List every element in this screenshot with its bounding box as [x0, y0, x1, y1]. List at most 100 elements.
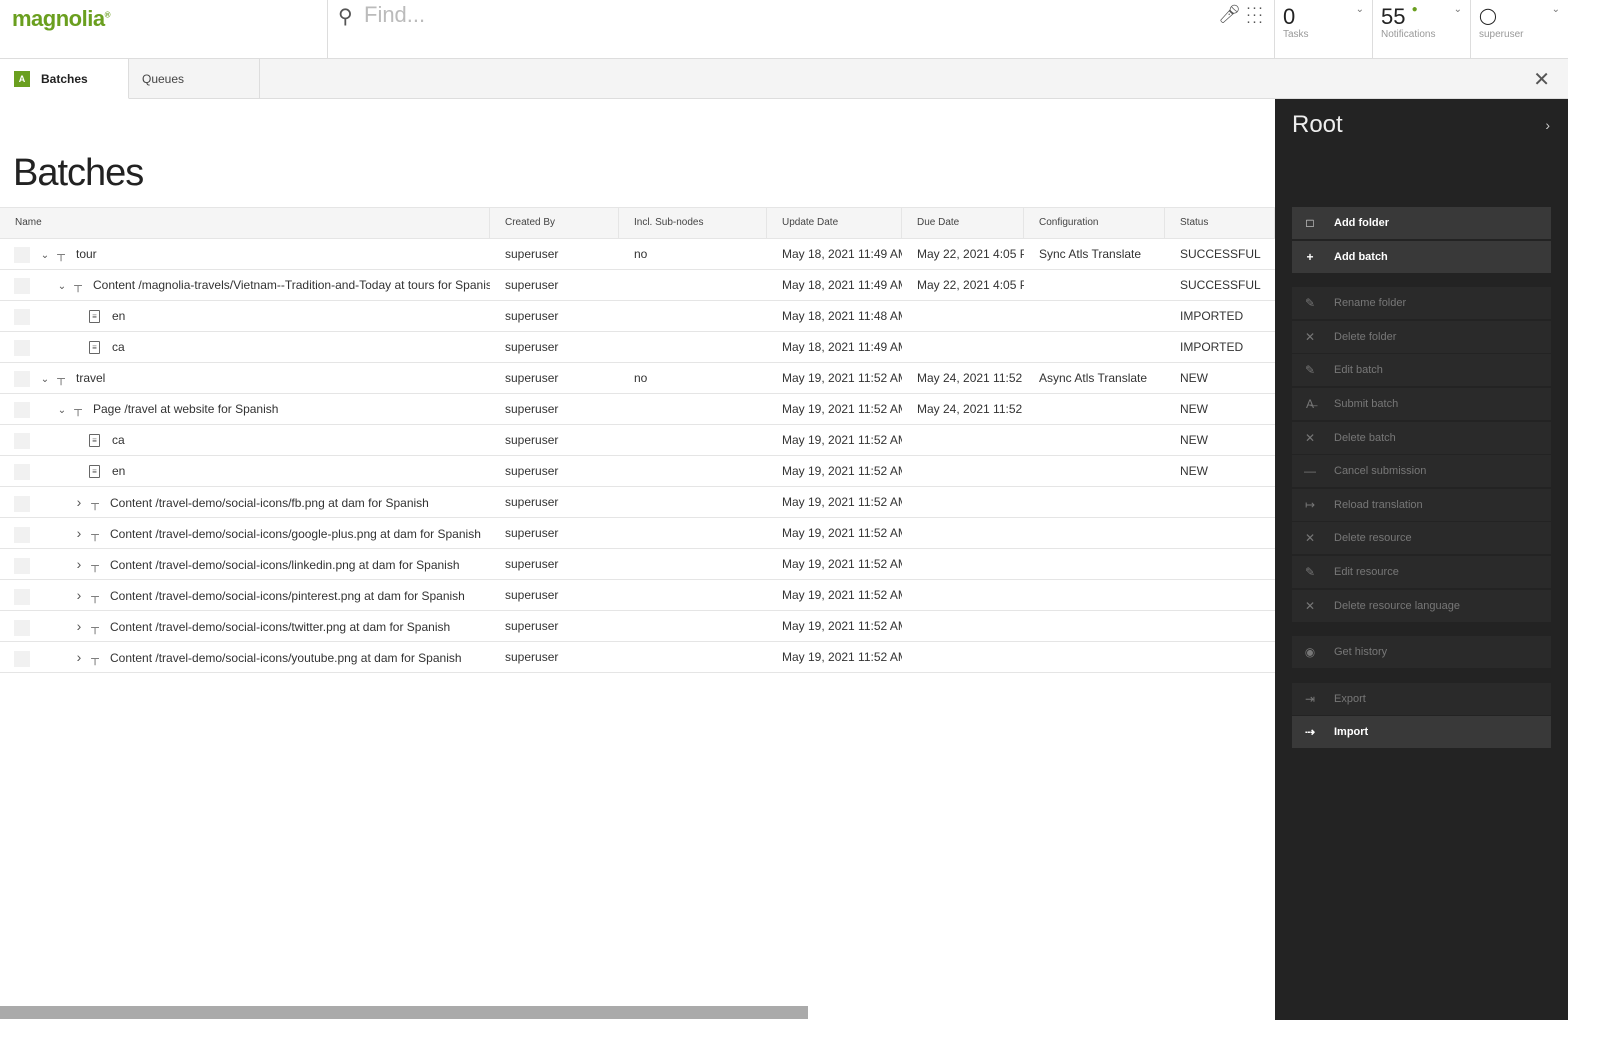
table-row[interactable]: › ┬ Content /travel-demo/social-icons/fb.p…	[0, 487, 1275, 518]
action-rename-folder[interactable]: ✎ Rename folder	[1292, 287, 1551, 320]
user-icon: ◯	[1479, 8, 1497, 25]
table-row[interactable]: ≡ ca superuser May 19, 2021 11:52 AM NEW	[0, 425, 1275, 456]
x-icon: ✕	[1304, 531, 1316, 546]
row-checkbox[interactable]	[14, 246, 30, 263]
cell-incl	[619, 518, 767, 548]
table-row[interactable]: ⌄ ┬ Content /magnolia-travels/Vietnam--Tra…	[0, 270, 1275, 301]
row-checkbox[interactable]	[14, 432, 30, 449]
column-header[interactable]: Configuration	[1024, 208, 1165, 238]
cell-incl	[619, 549, 767, 579]
row-name: ca	[112, 340, 125, 354]
cell-update: May 19, 2021 11:52 AM	[782, 557, 902, 571]
search-bar[interactable]: ⚲ Find...	[327, 0, 1275, 59]
column-header[interactable]: Name	[0, 208, 490, 238]
chevron-down-icon[interactable]: ⌄	[38, 365, 52, 393]
table-row[interactable]: ⌄ ┬ Page /travel at website for Spanish sup…	[0, 394, 1275, 425]
cell-config	[1024, 270, 1165, 300]
column-header[interactable]: Incl. Sub-nodes	[619, 208, 767, 238]
tasks-indicator[interactable]: 0 Tasks ⌄	[1274, 0, 1372, 59]
chevron-right-icon[interactable]: ›	[72, 611, 86, 641]
row-checkbox[interactable]	[14, 619, 30, 636]
tab-batches[interactable]: A Batches	[0, 59, 129, 99]
row-checkbox[interactable]	[14, 308, 30, 325]
reload-icon: ↦	[1304, 497, 1316, 512]
action-delete-folder[interactable]: ✕ Delete folder	[1292, 320, 1551, 353]
action-delete-resource-language[interactable]: ✕ Delete resource language	[1292, 589, 1551, 622]
table-row[interactable]: ≡ en superuser May 19, 2021 11:52 AM NEW	[0, 456, 1275, 487]
plus-icon: +	[1306, 249, 1314, 264]
table-row[interactable]: ≡ ca superuser May 18, 2021 11:49 AM IMPORTE…	[0, 332, 1275, 363]
cell-due	[902, 425, 1024, 455]
action-reload-translation[interactable]: ↦ Reload translation	[1292, 488, 1551, 521]
cell-due	[902, 611, 1024, 641]
column-header[interactable]: Created By	[490, 208, 619, 238]
cell-status: IMPORTED	[1180, 340, 1244, 354]
cell-incl	[619, 332, 767, 362]
notifications-indicator[interactable]: 55 ● Notifications ⌄	[1372, 0, 1470, 59]
chevron-down-icon[interactable]: ⌄	[55, 272, 69, 300]
cell-config	[1024, 487, 1165, 517]
table-row[interactable]: ⌄ ┬ travel superuser no May 19, 2021 11:52 AM…	[0, 363, 1275, 394]
row-checkbox[interactable]	[14, 401, 30, 418]
cell-created-by: superuser	[505, 495, 559, 509]
table-row[interactable]: › ┬ Content /travel-demo/social-icons/yout…	[0, 642, 1275, 673]
action-cancel-submission[interactable]: — Cancel submission	[1292, 455, 1551, 488]
translate-icon: A̶	[1305, 397, 1314, 411]
chevron-down-icon[interactable]: ⌄	[55, 396, 69, 424]
horizontal-scrollbar[interactable]	[0, 1006, 808, 1019]
table-row[interactable]: › ┬ Content /travel-demo/social-icons/goog…	[0, 518, 1275, 549]
cell-status: NEW	[1180, 464, 1208, 478]
search-input[interactable]: Find...	[364, 2, 425, 28]
action-label: Import	[1334, 726, 1369, 739]
table-row[interactable]: ⌄ ┬ tour superuser no May 18, 2021 11:49 AM Ma…	[0, 239, 1275, 270]
microphone-icon[interactable]: 🎤︎	[1218, 4, 1241, 25]
table-row[interactable]: › ┬ Content /travel-demo/social-icons/pint…	[0, 580, 1275, 611]
row-checkbox[interactable]	[14, 339, 30, 356]
user-menu[interactable]: ◯ superuser ⌄	[1470, 0, 1568, 59]
row-name: travel	[76, 371, 106, 385]
action-edit-resource[interactable]: ✎ Edit resource	[1292, 556, 1551, 588]
column-header[interactable]: Status	[1165, 208, 1275, 238]
row-checkbox[interactable]	[14, 650, 30, 667]
chevron-right-icon[interactable]: ›	[72, 487, 86, 517]
action-delete-resource[interactable]: ✕ Delete resource	[1292, 522, 1551, 555]
column-header[interactable]: Update Date	[767, 208, 902, 238]
app-launcher-icon[interactable]: ··· ··· ···	[1246, 0, 1266, 29]
action-delete-batch[interactable]: ✕ Delete batch	[1292, 421, 1551, 454]
action-export[interactable]: ⇥ Export	[1292, 682, 1551, 715]
chevron-right-icon[interactable]: ›	[72, 642, 86, 672]
cell-update: May 19, 2021 11:52 AM	[782, 526, 902, 540]
close-icon[interactable]: ✕	[1533, 67, 1550, 92]
action-add-batch[interactable]: + Add batch	[1292, 240, 1551, 273]
chevron-right-icon[interactable]: ›	[72, 580, 86, 610]
chevron-right-icon[interactable]: ›	[72, 518, 86, 548]
action-import[interactable]: ⇢ Import	[1292, 716, 1551, 749]
action-get-history[interactable]: ◉ Get history	[1292, 636, 1551, 669]
chevron-down-icon[interactable]: ⌄	[38, 241, 52, 269]
row-checkbox[interactable]	[14, 526, 30, 543]
cell-due: May 22, 2021 4:05 PM	[917, 278, 1024, 292]
chevron-down-icon: ⌄	[1355, 4, 1364, 15]
top-header: magnolia® ⚲ Find... 🎤︎ ··· ··· ··· 0 Tas…	[0, 0, 1568, 59]
cell-status: IMPORTED	[1180, 309, 1244, 323]
row-checkbox[interactable]	[14, 588, 30, 605]
table-row[interactable]: › ┬ Content /travel-demo/social-icons/twit…	[0, 611, 1275, 642]
chevron-right-icon[interactable]: ›	[72, 549, 86, 579]
table-row[interactable]: › ┬ Content /travel-demo/social-icons/link…	[0, 549, 1275, 580]
cell-status: NEW	[1180, 433, 1208, 447]
eye-icon: ◉	[1304, 645, 1316, 660]
row-checkbox[interactable]	[14, 277, 30, 294]
row-checkbox[interactable]	[14, 495, 30, 512]
action-submit-batch[interactable]: A̶ Submit batch	[1292, 388, 1551, 420]
table-row[interactable]: ≡ en superuser May 18, 2021 11:48 AM IMPORTE…	[0, 301, 1275, 332]
row-checkbox[interactable]	[14, 370, 30, 387]
tab-queues[interactable]: Queues	[129, 59, 260, 99]
action-add-folder[interactable]: □ Add folder	[1292, 207, 1551, 239]
magnolia-logo[interactable]: magnolia®	[12, 6, 111, 32]
row-checkbox[interactable]	[14, 557, 30, 574]
action-edit-batch[interactable]: ✎ Edit batch	[1292, 354, 1551, 387]
column-header[interactable]: Due Date	[902, 208, 1024, 238]
row-checkbox[interactable]	[14, 463, 30, 480]
chevron-right-icon[interactable]: ›	[1545, 117, 1550, 133]
row-name: Content /magnolia-travels/Vietnam--Tradi…	[93, 278, 490, 292]
